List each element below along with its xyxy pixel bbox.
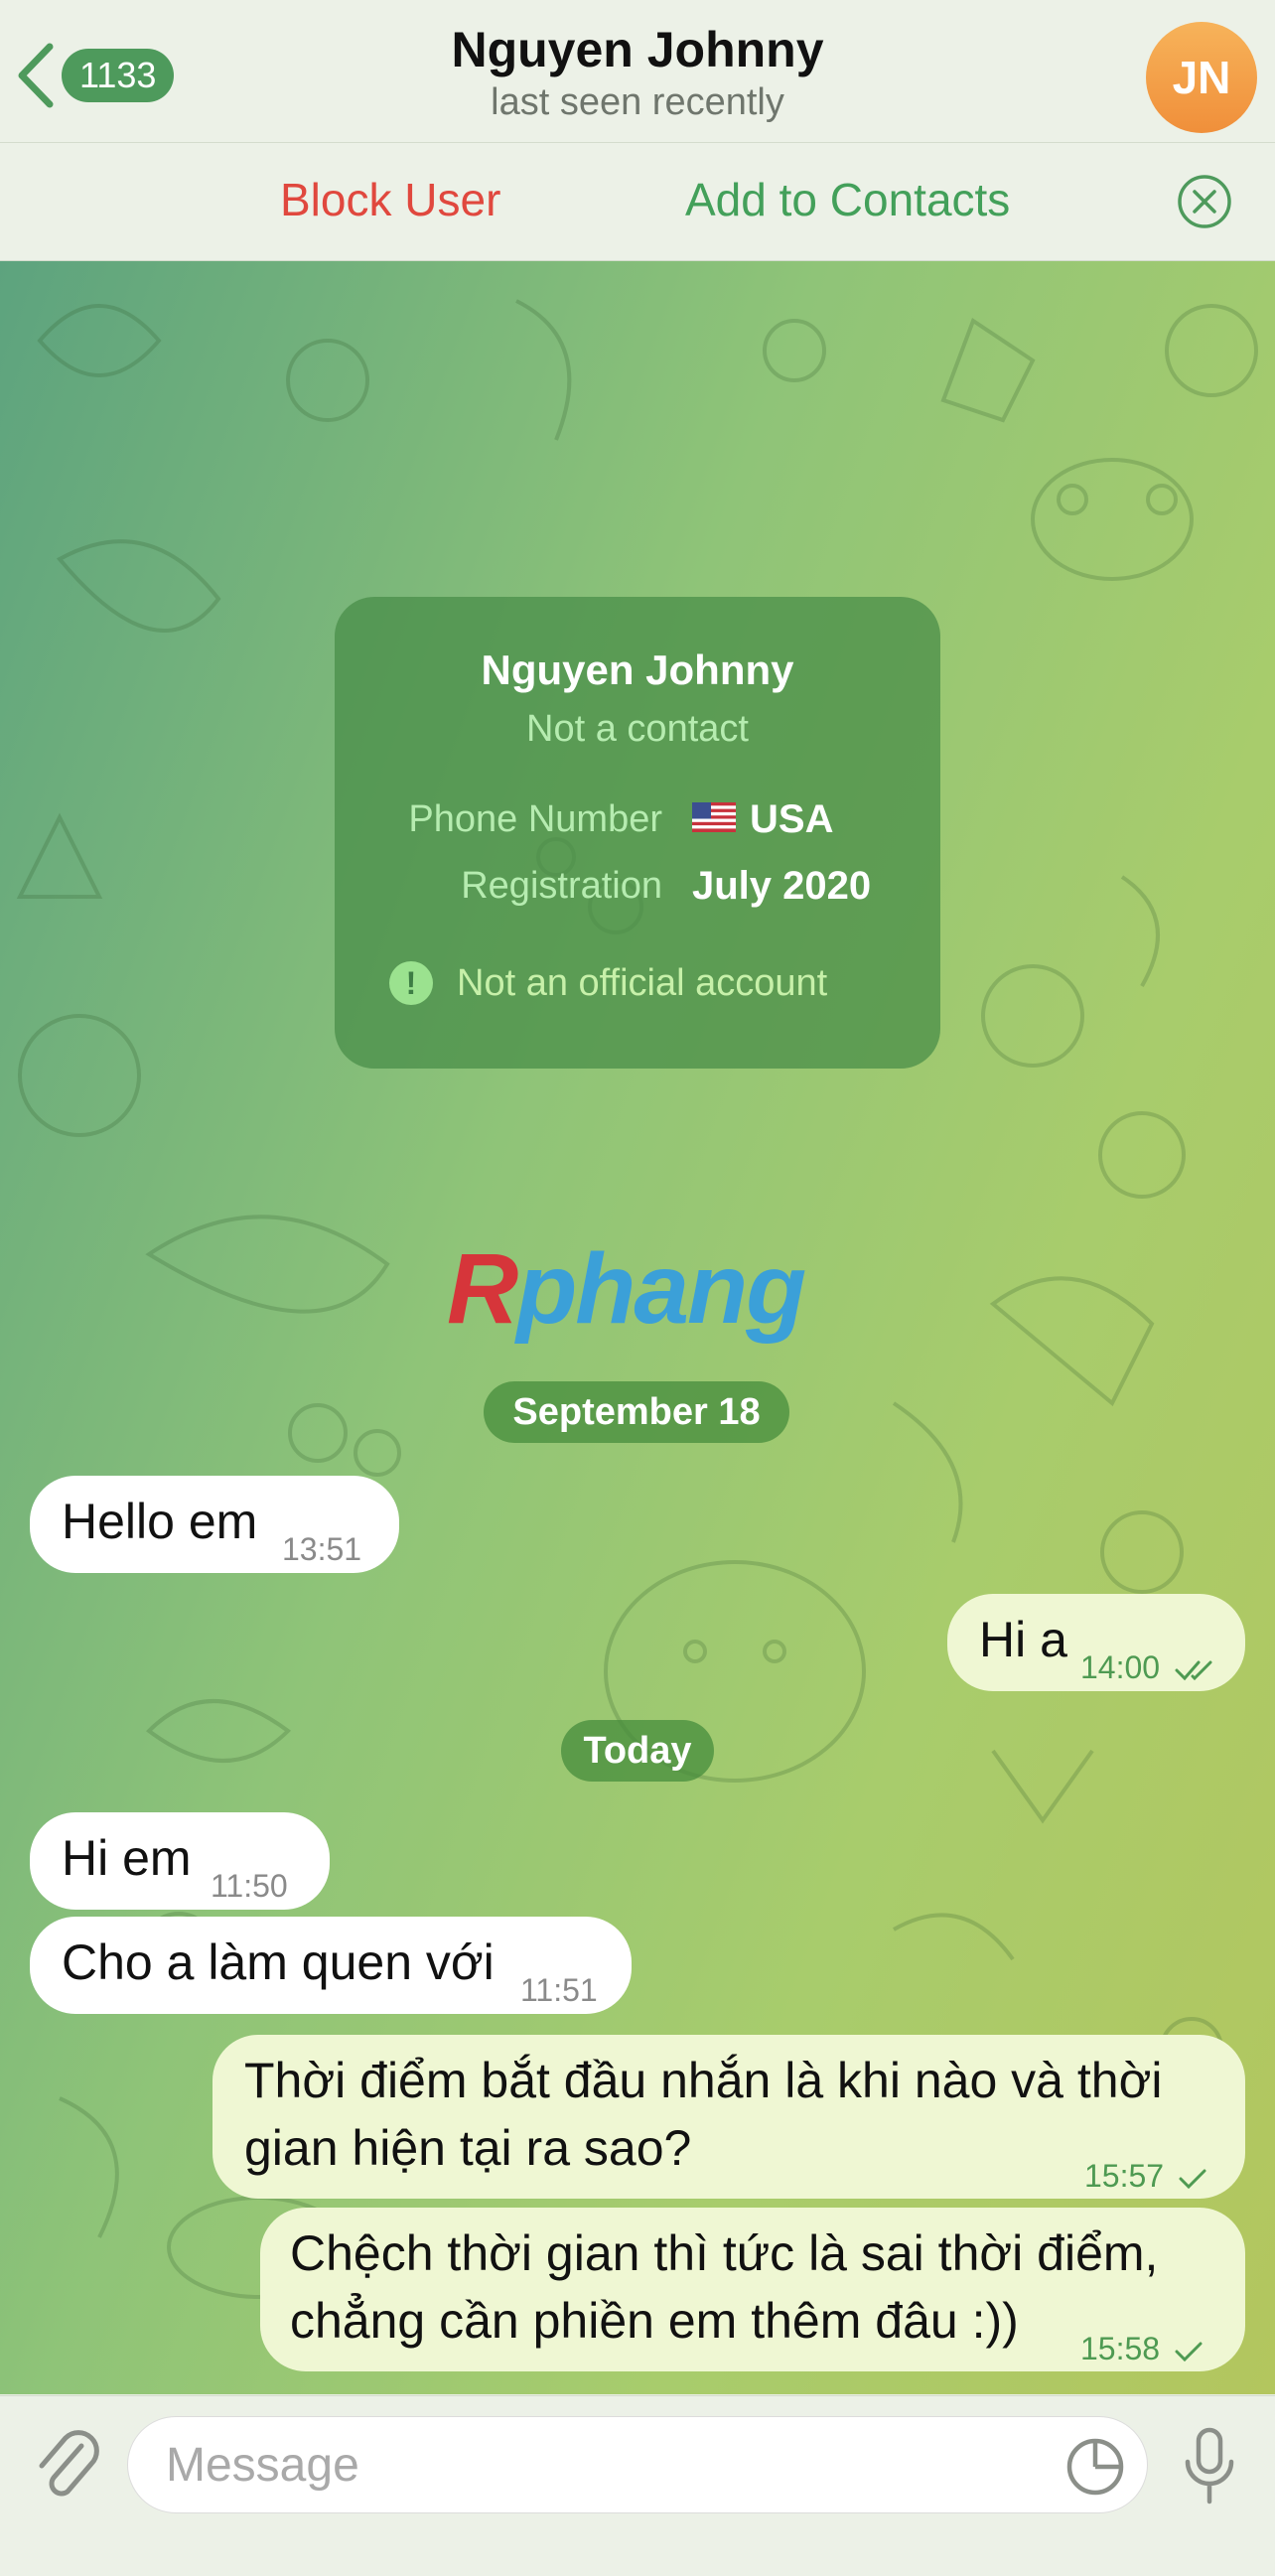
message-time-text: 14:00 [1080, 1649, 1161, 1685]
official-warning: ! Not an official account [389, 961, 827, 1005]
message-bubble-incoming[interactable]: Hello em 13:51 [30, 1476, 399, 1573]
message-text-line: gian hiện tại ra sao? [244, 2120, 692, 2176]
message-bubble-outgoing[interactable]: Thời điểm bắt đầu nhắn là khi nào và thờ… [212, 2035, 1245, 2199]
watermark-rest: phang [516, 1233, 806, 1345]
message-input[interactable] [127, 2416, 1148, 2513]
chat-title-area[interactable]: Nguyen Johnny last seen recently [0, 20, 1275, 125]
official-warning-text: Not an official account [457, 961, 828, 1004]
message-time-text: 15:58 [1080, 2331, 1161, 2366]
message-bubble-incoming[interactable]: Hi em 11:50 [30, 1812, 330, 1910]
message-time: 15:57 [1084, 2144, 1208, 2208]
info-name: Nguyen Johnny [481, 646, 794, 693]
message-text: Hi em [62, 1830, 192, 1886]
info-contact-status: Not a contact [526, 708, 749, 750]
message-time-text: 15:57 [1084, 2158, 1165, 2194]
alert-icon: ! [389, 961, 433, 1005]
watermark-logo: Rphang [447, 1233, 806, 1345]
message-time: 13:51 [282, 1531, 362, 1567]
registration-value: July 2020 [692, 864, 872, 908]
chat-last-seen: last seen recently [491, 81, 784, 123]
paperclip-icon[interactable] [30, 2424, 101, 2505]
check-icon [1179, 2169, 1206, 2189]
block-user-button[interactable]: Block User [280, 173, 500, 226]
add-to-contacts-button[interactable]: Add to Contacts [685, 173, 1010, 226]
message-text-line: Thời điểm bắt đầu nhắn là khi nào và thờ… [244, 2053, 1163, 2108]
message-bubble-incoming[interactable]: Cho a làm quen với 11:51 [30, 1917, 632, 2014]
chat-title: Nguyen Johnny [451, 22, 824, 77]
message-bubble-outgoing[interactable]: Chệch thời gian thì tức là sai thời điểm… [260, 2208, 1245, 2371]
chat-message-area[interactable]: Nguyen Johnny Not a contact Phone Number… [0, 261, 1275, 2394]
microphone-icon[interactable] [1182, 2426, 1237, 2507]
check-icon [1175, 2342, 1203, 2361]
date-separator: Today [561, 1720, 714, 1782]
message-text-line: chẳng cần phiền em thêm đâu :)) [290, 2293, 1019, 2349]
avatar[interactable]: JN [1146, 22, 1257, 133]
message-bubble-outgoing[interactable]: Hi a 14:00 [947, 1594, 1245, 1691]
double-check-icon [1175, 1660, 1212, 1680]
watermark-first-letter: R [447, 1233, 518, 1345]
message-time: 15:58 [1080, 2317, 1204, 2380]
message-time: 11:51 [520, 1972, 598, 2008]
contact-info-card: Nguyen Johnny Not a contact Phone Number… [335, 597, 940, 1069]
phone-number-value: USA [692, 797, 833, 842]
message-text: Cho a làm quen với [62, 1934, 495, 1990]
contact-action-bar: Block User Add to Contacts [0, 143, 1275, 261]
message-text: Hello em [62, 1494, 258, 1549]
sticker-icon[interactable] [1064, 2436, 1126, 2498]
phone-country: USA [750, 797, 834, 841]
message-composer [0, 2395, 1275, 2576]
chat-header: 1133 Nguyen Johnny last seen recently JN [0, 0, 1275, 143]
message-text-line: Chệch thời gian thì tức là sai thời điểm… [290, 2225, 1159, 2281]
message-time: 14:00 [1080, 1636, 1218, 1699]
us-flag-icon [692, 802, 736, 833]
message-text: Hi a [979, 1612, 1067, 1667]
phone-number-label: Phone Number [408, 798, 662, 840]
date-separator: September 18 [484, 1381, 789, 1443]
registration-label: Registration [461, 865, 662, 907]
close-icon[interactable] [1176, 173, 1233, 230]
message-time: 11:50 [211, 1868, 288, 1904]
